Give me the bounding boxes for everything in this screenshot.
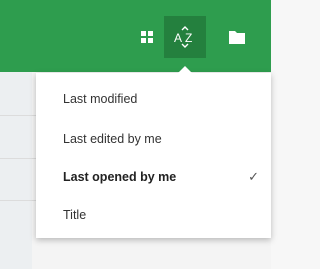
menu-item-label: Last modified: [63, 92, 138, 106]
sort-menu: Last modified Last edited by me Last ope…: [36, 73, 271, 238]
menu-item-label: Last opened by me: [63, 170, 177, 184]
grid-view-button[interactable]: [130, 16, 164, 58]
sort-button[interactable]: A Z: [164, 16, 206, 58]
side-panel: [0, 72, 32, 269]
sort-az-icon: A Z: [174, 26, 192, 48]
app-window: A Z Last modified Last edited by me Last…: [0, 0, 271, 269]
grid-view-icon: [141, 31, 153, 43]
divider: [0, 158, 36, 159]
divider: [0, 200, 36, 201]
menu-item-last-edited-by-me[interactable]: Last edited by me: [36, 123, 271, 155]
divider: [0, 115, 36, 116]
menu-item-label: Title: [63, 208, 87, 222]
folder-button[interactable]: [220, 16, 254, 58]
checkmark-icon: ✓: [248, 169, 259, 184]
svg-text:Z: Z: [185, 31, 192, 45]
menu-item-title[interactable]: Title: [36, 199, 271, 231]
menu-item-label: Last edited by me: [63, 132, 162, 146]
menu-caret: [178, 66, 192, 73]
folder-icon: [229, 31, 245, 44]
menu-item-last-modified[interactable]: Last modified: [36, 83, 271, 115]
menu-item-last-opened-by-me[interactable]: Last opened by me ✓: [36, 161, 271, 193]
top-toolbar: A Z: [0, 0, 271, 72]
svg-text:A: A: [174, 31, 182, 45]
